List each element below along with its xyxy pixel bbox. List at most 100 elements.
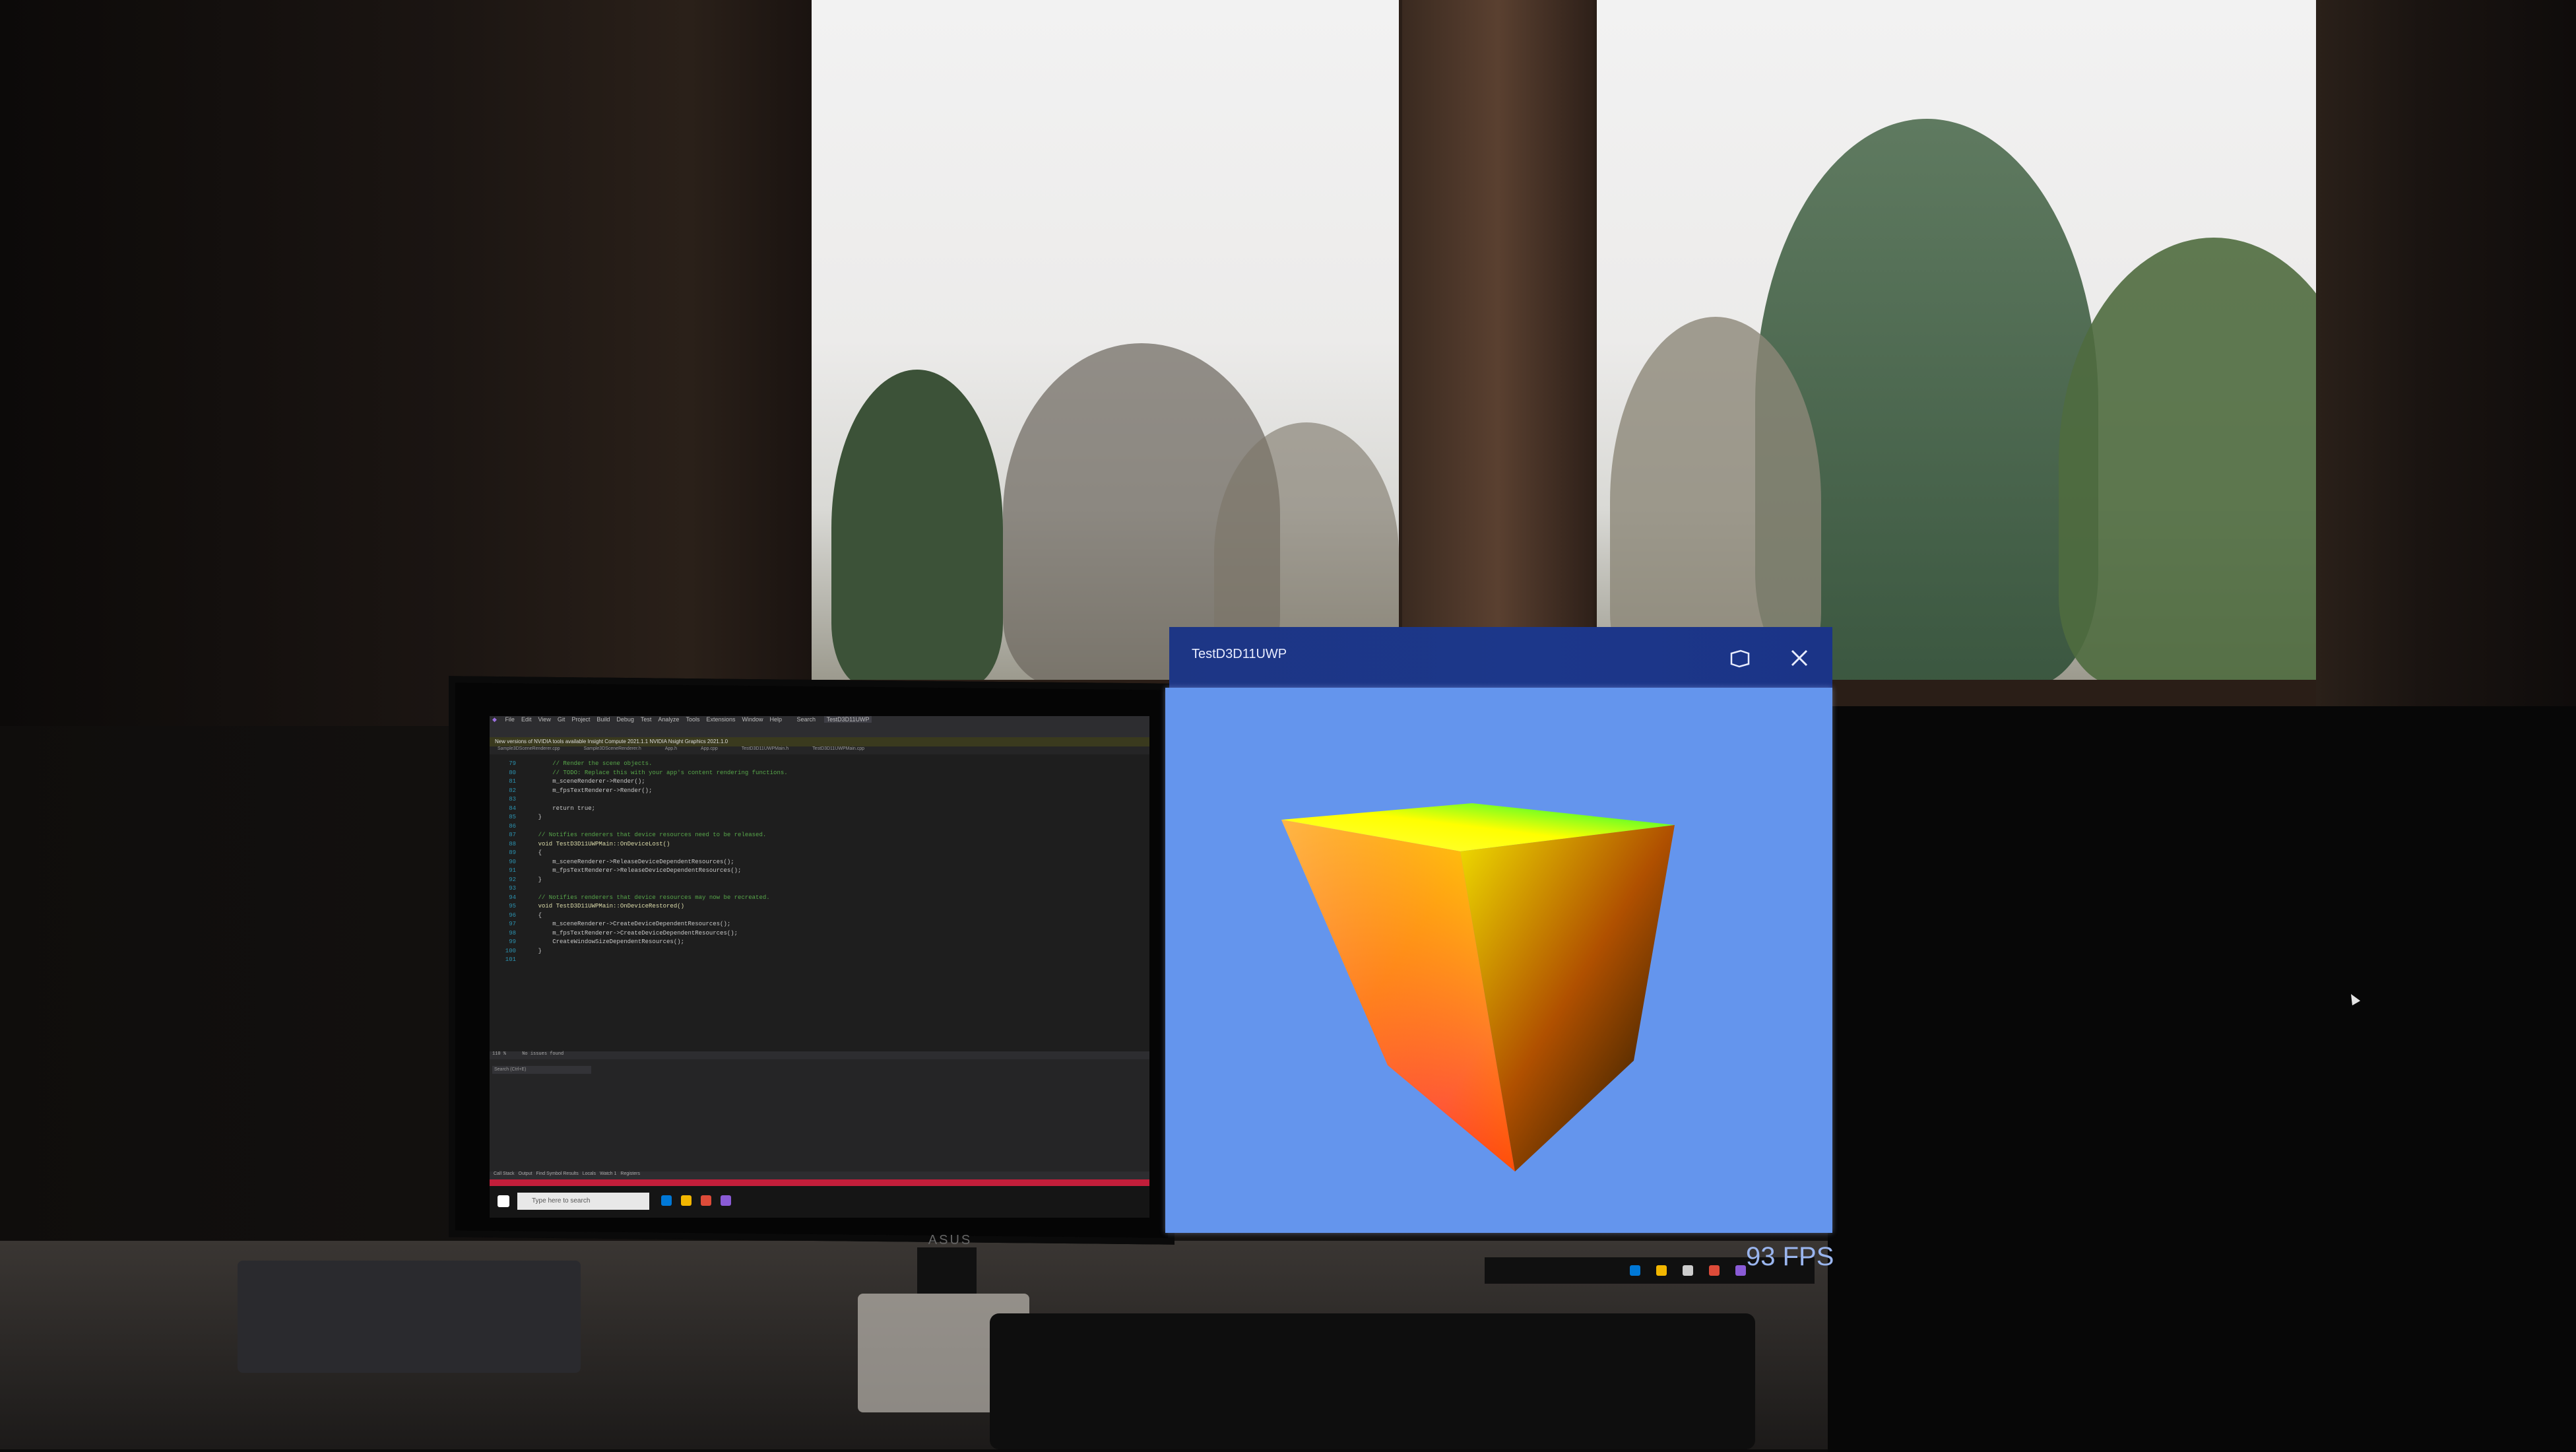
- editor-tab[interactable]: Sample3DSceneRenderer.h: [576, 746, 641, 751]
- line-number: 80: [509, 769, 516, 776]
- code-text: }: [524, 947, 542, 954]
- code-line[interactable]: 87 // Notifies renderers that device res…: [490, 831, 1149, 840]
- code-line[interactable]: 93: [490, 884, 1149, 894]
- code-line[interactable]: 82 m_fpsTextRenderer->Render();: [490, 787, 1149, 796]
- debug-status-bar: [490, 1179, 1149, 1186]
- bottom-panel-tab[interactable]: Locals: [583, 1172, 596, 1176]
- line-number: 91: [509, 867, 516, 874]
- taskbar-search-box[interactable]: Type here to search: [517, 1193, 649, 1210]
- curtain-left: [0, 0, 812, 726]
- code-text: {: [524, 849, 542, 856]
- code-line[interactable]: 96 {: [490, 911, 1149, 921]
- code-text: {: [524, 911, 542, 919]
- code-line[interactable]: 97 m_sceneRenderer->CreateDeviceDependen…: [490, 920, 1149, 929]
- menu-item-tools[interactable]: Tools: [686, 716, 699, 723]
- vs-logo-icon[interactable]: ◆: [492, 716, 497, 723]
- ide-infobar: New versions of NVIDIA tools available I…: [490, 737, 1149, 746]
- watch-search-input[interactable]: Search (Ctrl+E): [492, 1066, 591, 1074]
- menu-item-test[interactable]: Test: [641, 716, 652, 723]
- store-icon[interactable]: [1683, 1265, 1693, 1276]
- menu-item-view[interactable]: View: [538, 716, 550, 723]
- menu-item-project[interactable]: Project: [571, 716, 590, 723]
- code-line[interactable]: 95 void TestD3D11UWPMain::OnDeviceRestor…: [490, 902, 1149, 911]
- code-text: // Render the scene objects.: [524, 760, 653, 767]
- menu-item-extensions[interactable]: Extensions: [706, 716, 735, 723]
- edge-icon[interactable]: [661, 1195, 672, 1206]
- code-text: }: [524, 814, 542, 820]
- editor-tab[interactable]: Sample3DSceneRenderer.cpp: [490, 746, 560, 751]
- line-number: 96: [509, 911, 516, 919]
- fps-counter: 93 FPS: [1746, 1242, 1834, 1271]
- line-number: 89: [509, 849, 516, 856]
- visual-studio-icon[interactable]: [1735, 1265, 1746, 1276]
- code-text: void TestD3D11UWPMain::OnDeviceRestored(…: [524, 903, 685, 909]
- code-text: m_sceneRenderer->ReleaseDeviceDependentR…: [524, 858, 734, 865]
- menu-item-window[interactable]: Window: [742, 716, 763, 723]
- line-number: 88: [509, 840, 516, 847]
- line-number: 82: [509, 787, 516, 794]
- tree: [831, 370, 1003, 680]
- code-line[interactable]: 88 void TestD3D11UWPMain::OnDeviceLost(): [490, 840, 1149, 849]
- edge-icon[interactable]: [1630, 1265, 1640, 1276]
- code-line[interactable]: 79 // Render the scene objects.: [490, 760, 1149, 769]
- code-line[interactable]: 90 m_sceneRenderer->ReleaseDeviceDepende…: [490, 858, 1149, 867]
- visual-studio-window: ◆ File Edit View Git Project Build Debug Test An…: [490, 716, 1149, 1218]
- editor-tab[interactable]: App.h: [657, 746, 677, 751]
- menu-item-analyze[interactable]: Analyze: [658, 716, 679, 723]
- speaker: [990, 1313, 1755, 1449]
- editor-tab[interactable]: TestD3D11UWPMain.cpp: [804, 746, 864, 751]
- code-line[interactable]: 89 {: [490, 849, 1149, 858]
- code-line[interactable]: 101: [490, 956, 1149, 965]
- editor-tab[interactable]: App.cpp: [693, 746, 718, 751]
- code-line[interactable]: 91 m_fpsTextRenderer->ReleaseDeviceDepen…: [490, 867, 1149, 876]
- app-render-canvas[interactable]: [1165, 688, 1832, 1233]
- bottom-panel-tab[interactable]: Registers: [620, 1172, 640, 1176]
- line-number: 93: [509, 885, 516, 892]
- code-line[interactable]: 85 }: [490, 813, 1149, 822]
- code-line[interactable]: 84 return true;: [490, 805, 1149, 814]
- bottom-panel-tab[interactable]: Call Stack: [494, 1172, 515, 1176]
- menu-item-file[interactable]: File: [505, 716, 515, 723]
- code-editor[interactable]: 79 // Render the scene objects. 80 // TOD…: [490, 760, 1149, 1050]
- code-line[interactable]: 99 CreateWindowSizeDependentResources();: [490, 938, 1149, 947]
- restore-button[interactable]: [1723, 642, 1756, 675]
- bottom-panel-tab[interactable]: Find Symbol Results: [536, 1172, 579, 1176]
- menu-item-build[interactable]: Build: [596, 716, 610, 723]
- code-line[interactable]: 81 m_sceneRenderer->Render();: [490, 777, 1149, 787]
- app-title-bar[interactable]: TestD3D11UWP: [1169, 627, 1832, 688]
- code-line[interactable]: 92 }: [490, 876, 1149, 885]
- curtain-right: [2316, 0, 2576, 733]
- chrome-icon[interactable]: [1709, 1265, 1720, 1276]
- solution-name: TestD3D11UWP: [823, 716, 872, 723]
- code-text: }: [524, 876, 542, 883]
- code-line[interactable]: 80 // TODO: Replace this with your app's…: [490, 769, 1149, 778]
- menu-item-edit[interactable]: Edit: [521, 716, 532, 723]
- code-line[interactable]: 98 m_fpsTextRenderer->CreateDeviceDepend…: [490, 929, 1149, 939]
- code-line[interactable]: 94 // Notifies renderers that device res…: [490, 894, 1149, 903]
- explorer-icon[interactable]: [681, 1195, 692, 1206]
- ide-search-label[interactable]: Search: [797, 716, 816, 723]
- bottom-panel-tab[interactable]: Watch 1: [600, 1172, 616, 1176]
- code-line[interactable]: 83: [490, 795, 1149, 805]
- code-text: m_sceneRenderer->CreateDeviceDependentRe…: [524, 921, 731, 927]
- zoom-level[interactable]: 110 %: [492, 1051, 506, 1057]
- windows-start-icon[interactable]: [498, 1195, 509, 1207]
- menu-items: File Edit View Git Project Build Debug Test Anal…: [505, 716, 789, 723]
- line-number: 99: [509, 939, 516, 945]
- ide-menubar: ◆ File Edit View Git Project Build Debug Test An…: [490, 716, 1149, 728]
- editor-tab[interactable]: TestD3D11UWPMain.h: [734, 746, 789, 751]
- menu-item-help[interactable]: Help: [770, 716, 783, 723]
- code-line[interactable]: 100 }: [490, 947, 1149, 956]
- monitor-stand: [917, 1247, 977, 1294]
- ide-status-bar: 110 % No issues found: [490, 1051, 1149, 1059]
- line-number: 90: [509, 858, 516, 865]
- menu-item-debug[interactable]: Debug: [616, 716, 634, 723]
- menu-item-git[interactable]: Git: [558, 716, 565, 723]
- visual-studio-icon[interactable]: [721, 1195, 731, 1206]
- code-line[interactable]: 86: [490, 822, 1149, 832]
- chrome-icon[interactable]: [701, 1195, 711, 1206]
- bottom-panel-tab[interactable]: Output: [519, 1172, 532, 1176]
- code-text: // Notifies renderers that device resour…: [524, 832, 767, 838]
- close-button[interactable]: [1783, 642, 1816, 675]
- explorer-icon[interactable]: [1656, 1265, 1667, 1276]
